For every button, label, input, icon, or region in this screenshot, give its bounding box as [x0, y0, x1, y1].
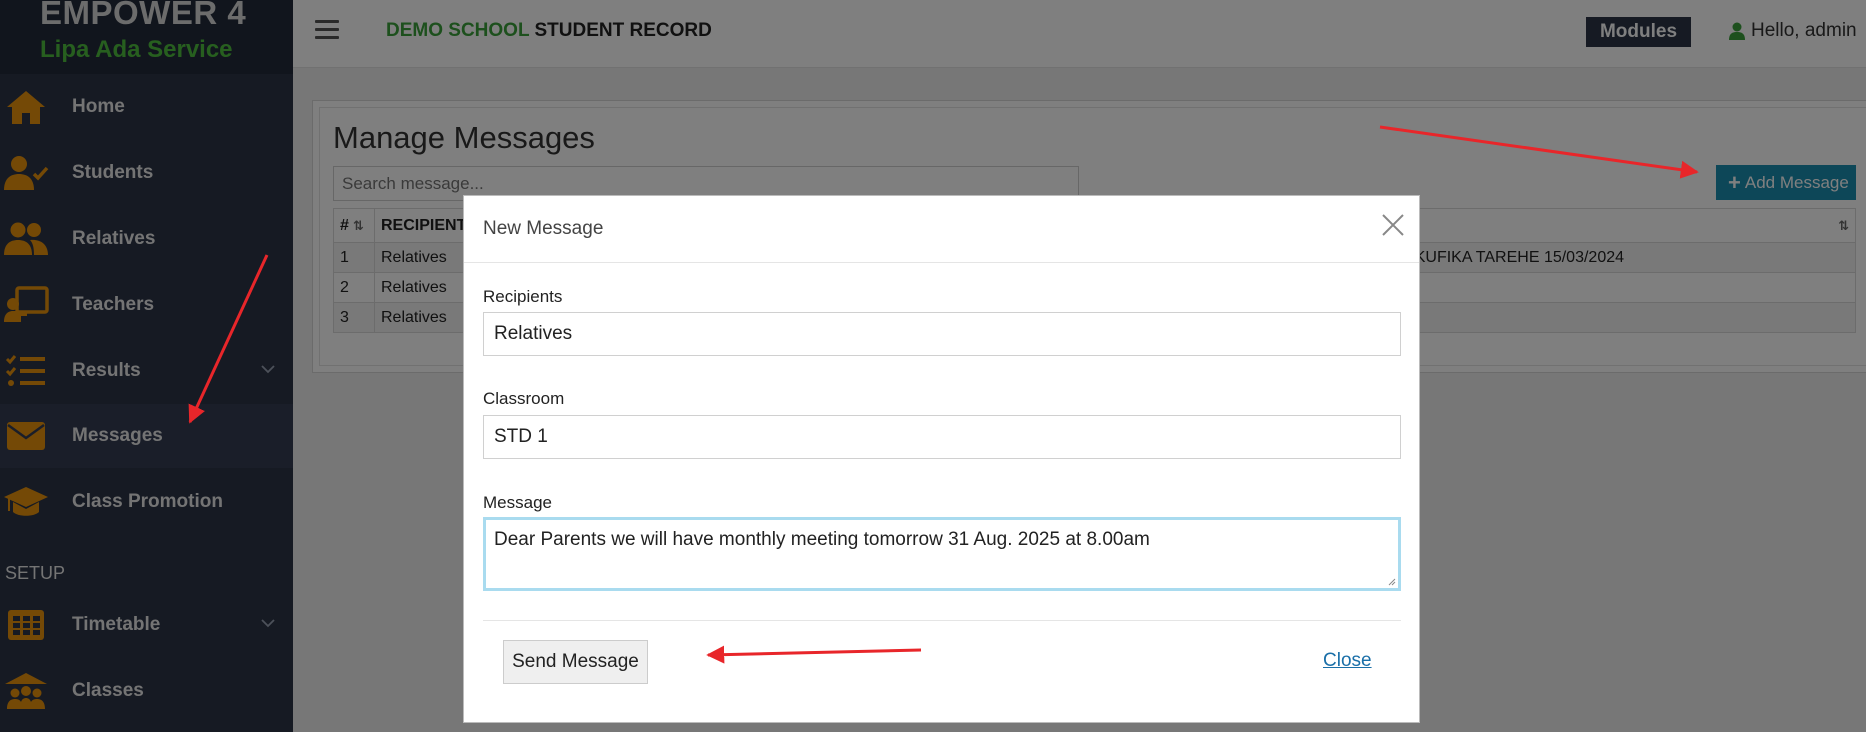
modal-header-divider	[464, 262, 1419, 263]
classroom-label: Classroom	[483, 389, 565, 408]
close-icon[interactable]	[1381, 213, 1405, 237]
new-message-modal: New Message Recipients Relatives Classro…	[463, 195, 1420, 723]
send-message-button[interactable]: Send Message	[503, 640, 648, 684]
recipients-field[interactable]: Relatives	[483, 312, 1401, 356]
message-label: Message	[483, 493, 552, 512]
resize-handle-icon[interactable]	[1388, 578, 1396, 586]
modal-footer-divider	[483, 620, 1401, 621]
close-link[interactable]: Close	[1323, 650, 1372, 672]
recipients-label: Recipients	[483, 287, 563, 306]
classroom-field[interactable]: STD 1	[483, 415, 1401, 459]
message-text: Dear Parents we will have monthly meetin…	[494, 529, 1150, 550]
modal-title: New Message	[483, 218, 604, 239]
message-textarea[interactable]: Dear Parents we will have monthly meetin…	[483, 517, 1401, 591]
